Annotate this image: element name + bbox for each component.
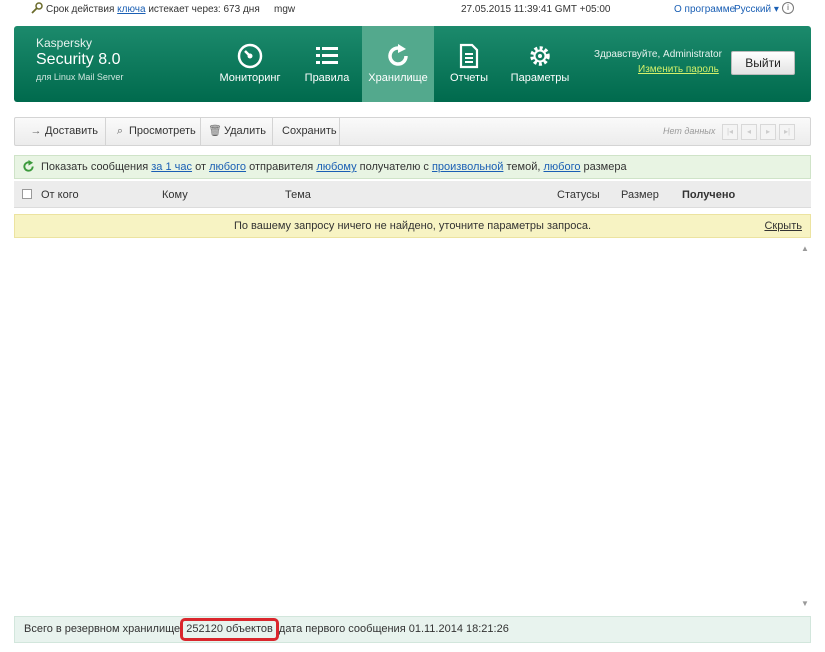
- filter-recipient-link[interactable]: любому: [316, 161, 356, 173]
- trash-icon: 🗑: [208, 125, 222, 137]
- filter-text: отправителя: [249, 161, 314, 173]
- no-results-notice: По вашему запросу ничего не найдено, уто…: [14, 214, 811, 238]
- first-page-icon[interactable]: |◂: [722, 124, 738, 140]
- filter-text: темой,: [506, 161, 541, 173]
- column-subject[interactable]: Тема: [285, 189, 311, 201]
- product-logo: Kaspersky Security 8.0 для Linux Mail Se…: [36, 37, 123, 82]
- column-to[interactable]: Кому: [162, 189, 188, 201]
- filter-text: размера: [583, 161, 627, 173]
- logout-button[interactable]: Выйти: [731, 51, 795, 75]
- server-datetime: 27.05.2015 11:39:41 GMT +05:00: [461, 4, 611, 15]
- filter-period-link[interactable]: за 1 час: [151, 161, 192, 173]
- summary-suffix: дата первого сообщения 01.11.2014 18:21:…: [278, 623, 509, 635]
- tab-monitoring[interactable]: Мониторинг: [212, 26, 288, 102]
- object-count: 252120 объектов: [180, 618, 279, 641]
- filter-bar: Показать сообщения за 1 час от любого от…: [14, 155, 811, 179]
- brand-line3: для Linux Mail Server: [36, 72, 124, 82]
- delete-label: Удалить: [224, 125, 266, 137]
- brand-line2: Security 8.0: [36, 51, 121, 68]
- change-password-link[interactable]: Изменить пароль: [638, 64, 719, 75]
- select-all-checkbox[interactable]: [22, 189, 32, 199]
- hide-notice-link[interactable]: Скрыть: [764, 215, 802, 237]
- tab-reports[interactable]: Отчеты: [438, 26, 500, 102]
- no-results-message: По вашему запросу ничего не найдено, уто…: [233, 220, 592, 232]
- user-greeting: Здравствуйте, Administrator: [594, 49, 722, 60]
- tab-rules-label: Правила: [304, 72, 350, 84]
- app-header: Kaspersky Security 8.0 для Linux Mail Se…: [14, 26, 811, 102]
- scroll-up-icon[interactable]: ▲: [801, 244, 809, 253]
- refresh-filter-icon[interactable]: [22, 160, 35, 173]
- no-data-label: Нет данных: [663, 126, 716, 136]
- document-icon: [459, 43, 479, 69]
- about-link[interactable]: О программе: [674, 4, 735, 15]
- tab-storage[interactable]: Хранилище: [362, 26, 434, 102]
- license-days: 673 дня: [223, 4, 260, 15]
- last-page-icon[interactable]: ▸|: [779, 124, 795, 140]
- tab-reports-label: Отчеты: [449, 72, 489, 84]
- storage-toolbar: → Доставить ⌕ Просмотреть 🗑 Удалить Сохрани…: [14, 117, 811, 146]
- next-page-icon[interactable]: ▸: [760, 124, 776, 140]
- tab-storage-label: Хранилище: [368, 72, 428, 84]
- language-select[interactable]: Русский ▾: [734, 4, 779, 15]
- filter-text: Показать сообщения: [41, 161, 149, 173]
- messages-table-header: От кого Кому Тема Статусы Размер Получен…: [14, 181, 811, 208]
- list-icon: [316, 47, 338, 64]
- refresh-icon: [388, 44, 408, 66]
- delete-button[interactable]: 🗑 Удалить: [201, 118, 273, 145]
- scroll-down-icon[interactable]: ▼: [801, 599, 809, 608]
- gear-icon: [530, 46, 550, 66]
- license-prefix: Срок действия: [46, 4, 115, 15]
- filter-text: от: [195, 161, 206, 173]
- view-button[interactable]: ⌕ Просмотреть: [106, 118, 201, 145]
- save-label: Сохранить: [282, 125, 337, 137]
- tab-settings-label: Параметры: [510, 72, 570, 84]
- save-button[interactable]: Сохранить: [273, 118, 340, 145]
- gauge-icon: [237, 43, 263, 69]
- list-scrollbar[interactable]: ▲ ▼: [799, 240, 811, 610]
- magnifier-icon: ⌕: [116, 125, 124, 137]
- column-received[interactable]: Получено: [682, 189, 735, 201]
- arrow-right-icon: →: [30, 125, 42, 137]
- brand-line1: Kaspersky: [36, 36, 93, 50]
- view-label: Просмотреть: [129, 125, 196, 137]
- deliver-button[interactable]: → Доставить: [15, 118, 106, 145]
- column-size[interactable]: Размер: [621, 189, 659, 201]
- license-status: Срок действия ключа истекает через: 673 …: [46, 4, 260, 15]
- info-icon[interactable]: i: [782, 2, 794, 14]
- prev-page-icon[interactable]: ◂: [741, 124, 757, 140]
- storage-summary: Всего в резервном хранилище 252120 объек…: [14, 616, 811, 643]
- deliver-label: Доставить: [45, 125, 98, 137]
- key-icon: [31, 2, 43, 14]
- hostname: mgw: [274, 4, 296, 15]
- license-key-link[interactable]: ключа: [117, 4, 145, 15]
- column-statuses[interactable]: Статусы: [557, 189, 600, 201]
- tab-settings[interactable]: Параметры: [504, 26, 576, 102]
- top-info-bar: Срок действия ключа истекает через: 673 …: [0, 0, 825, 20]
- filter-text: получателю с: [359, 161, 429, 173]
- tab-monitoring-label: Мониторинг: [219, 72, 281, 84]
- tab-rules[interactable]: Правила: [294, 26, 360, 102]
- filter-subject-link[interactable]: произвольной: [432, 161, 503, 173]
- filter-size-link[interactable]: любого: [543, 161, 580, 173]
- column-from[interactable]: От кого: [41, 189, 79, 201]
- filter-sender-link[interactable]: любого: [209, 161, 246, 173]
- license-suffix: истекает через:: [148, 4, 221, 15]
- summary-prefix: Всего в резервном хранилище: [24, 623, 181, 635]
